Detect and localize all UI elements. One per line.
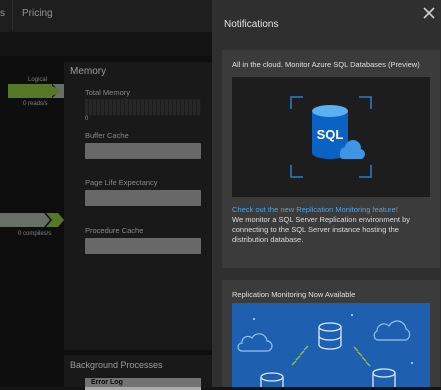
notification-heading: All in the cloud. Monitor Azure SQL Data… xyxy=(232,60,420,69)
notification-card-azure-sql: All in the cloud. Monitor Azure SQL Data… xyxy=(222,50,440,268)
notifications-panel: Notifications All in the cloud. Monitor … xyxy=(212,0,441,387)
notification-description: We monitor a SQL Server Replication envi… xyxy=(232,215,410,244)
replication-feature-link[interactable]: Check out the new Replication Monitoring… xyxy=(232,205,398,214)
main-app-area: s Pricing Logical 0 reads/s 0 compiles/s… xyxy=(0,0,212,390)
notifications-title: Notifications xyxy=(224,19,279,30)
overlay-scrim[interactable] xyxy=(0,0,212,387)
sql-database-image: SQL xyxy=(232,77,430,197)
replication-image xyxy=(232,303,430,387)
notification-card-replication: Replication Monitoring Now Available xyxy=(222,280,440,387)
replication-diagram-icon xyxy=(237,314,413,387)
close-icon[interactable] xyxy=(421,5,437,21)
sql-database-icon: SQL xyxy=(290,96,372,178)
sql-image-text: SQL xyxy=(317,127,344,142)
notification-heading: Replication Monitoring Now Available xyxy=(232,290,356,299)
